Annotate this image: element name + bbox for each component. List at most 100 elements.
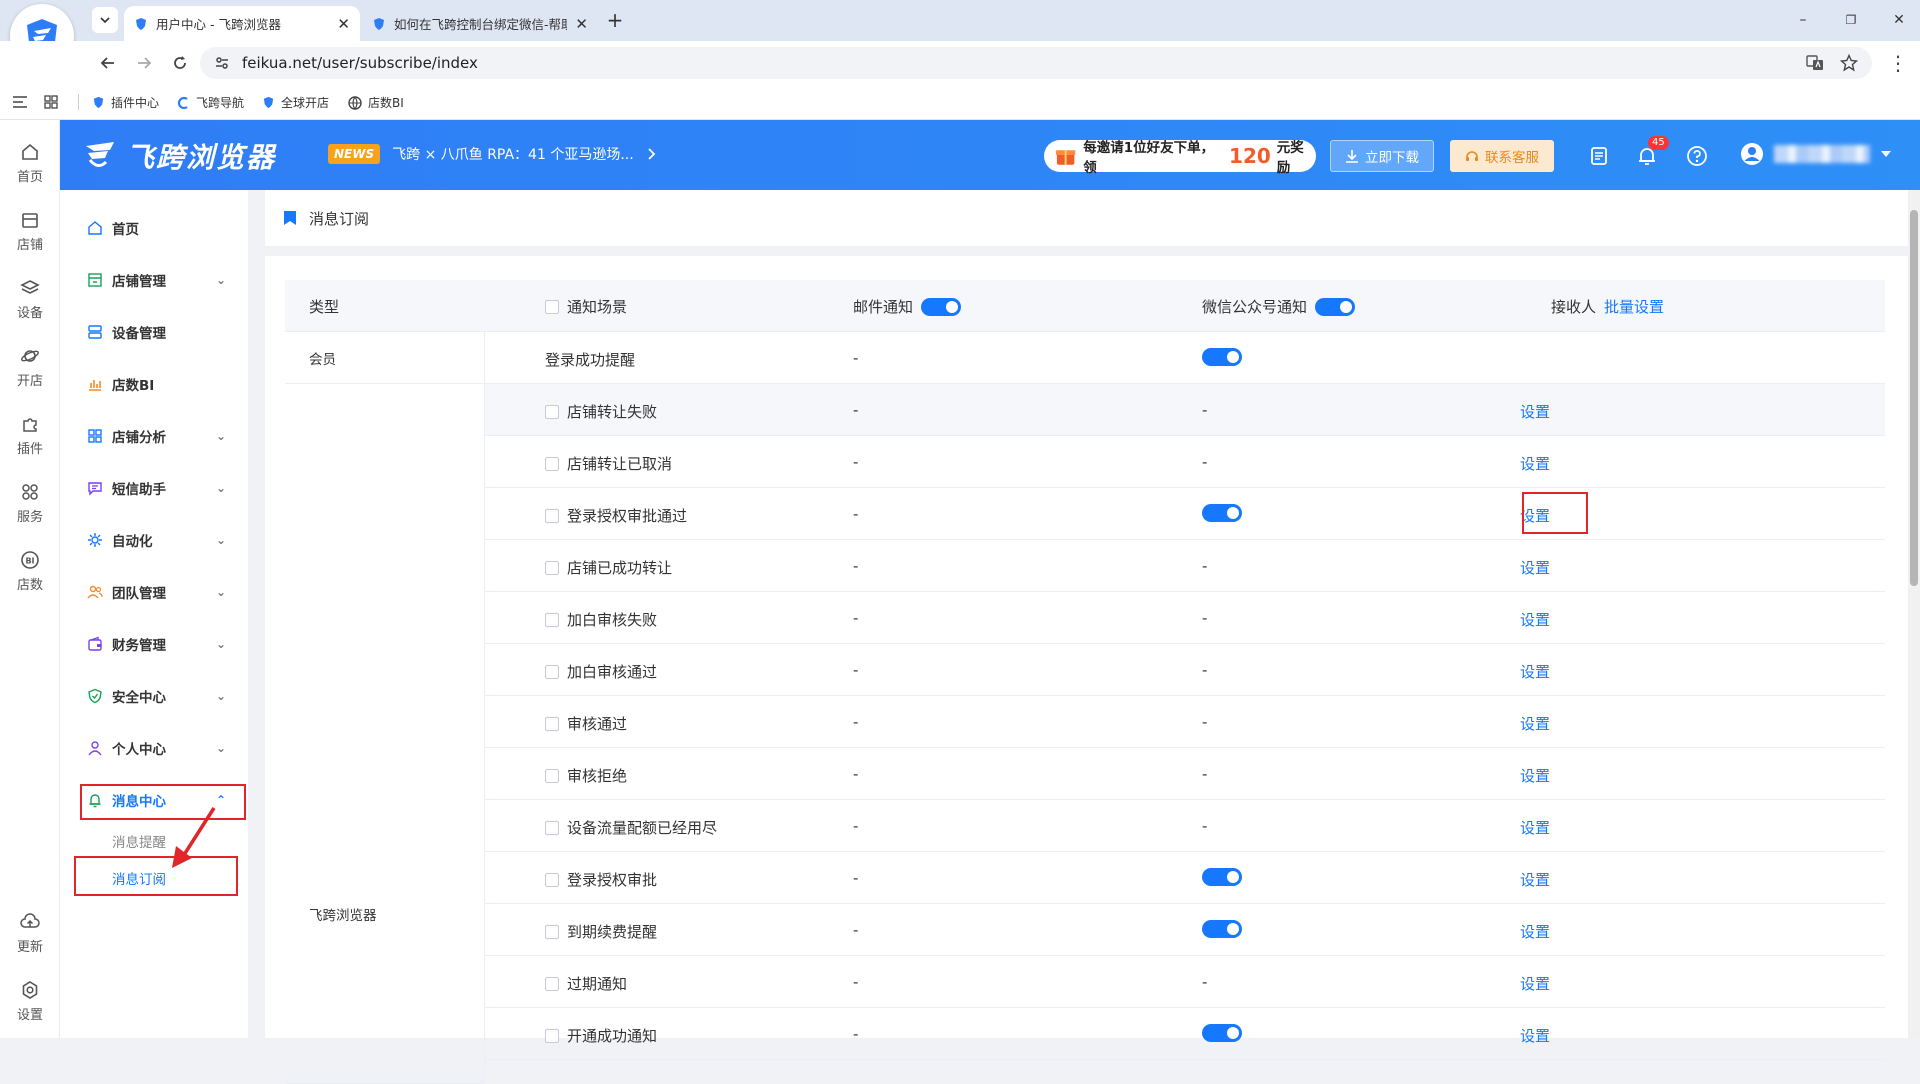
sidebar-item-personal-center[interactable]: 个人中心 ⌄ [86, 733, 226, 763]
select-all-checkbox[interactable] [545, 299, 559, 314]
sidebar-item-device-management[interactable]: 设备管理 [86, 317, 226, 347]
c-logo-icon [177, 96, 188, 109]
wechat-row-toggle[interactable] [1202, 348, 1242, 366]
row-checkbox[interactable] [545, 560, 559, 575]
help-icon[interactable] [1686, 145, 1708, 167]
receiver-setting-link[interactable]: 设置 [1520, 609, 1550, 630]
forward-button[interactable] [132, 51, 156, 75]
wechat-toggle[interactable] [1315, 297, 1356, 316]
apps-icon[interactable] [44, 95, 58, 109]
download-button[interactable]: 立即下载 [1330, 140, 1434, 172]
bookmark-global-store[interactable]: 全球开店 [262, 94, 329, 111]
sidebar-item-automation[interactable]: 自动化 ⌄ [86, 525, 226, 555]
rail-item-plugin[interactable]: 插件 [0, 414, 60, 457]
close-window-button[interactable]: ✕ [1884, 8, 1914, 32]
user-menu[interactable] [1740, 142, 1892, 166]
row-checkbox[interactable] [545, 1028, 559, 1043]
row-checkbox[interactable] [545, 664, 559, 679]
brand-logo[interactable]: 飞跨浏览器 [84, 136, 276, 176]
sidebar-item-finance-management[interactable]: 财务管理 ⌄ [86, 629, 226, 659]
sidebar-subitem-message-reminder[interactable]: 消息提醒 [112, 831, 166, 851]
sidebar-item-store-management[interactable]: 店铺管理 ⌄ [86, 265, 226, 295]
receiver-setting-link[interactable]: 设置 [1520, 713, 1550, 734]
rail-item-home[interactable]: 首页 [0, 142, 60, 185]
rail-item-store[interactable]: 店铺 [0, 210, 60, 253]
row-checkbox[interactable] [545, 508, 559, 523]
wechat-row-toggle[interactable] [1202, 868, 1242, 886]
annotation-arrow-icon [172, 807, 216, 868]
scene-cell: 加白审核失败 [545, 609, 657, 630]
email-toggle[interactable] [921, 297, 962, 316]
receiver-setting-link[interactable]: 设置 [1520, 453, 1550, 474]
wechat-row-toggle[interactable] [1202, 504, 1242, 522]
scene-cell: 加白审核通过 [545, 661, 657, 682]
bookmark-feikua-nav[interactable]: 飞跨导航 [176, 94, 244, 111]
bookmark-star-icon[interactable] [1840, 54, 1858, 72]
scrollbar-thumb[interactable] [1910, 210, 1918, 586]
tab-help[interactable]: 如何在飞跨控制台绑定微信-帮助 ✕ [362, 6, 598, 41]
rail-item-update[interactable]: 更新 [0, 912, 60, 955]
receiver-setting-link[interactable]: 设置 [1520, 401, 1550, 422]
reload-button[interactable] [168, 51, 192, 75]
rail-item-settings[interactable]: 设置 [0, 980, 60, 1023]
tab-title: 如何在飞跨控制台绑定微信-帮助 [394, 17, 568, 32]
row-checkbox[interactable] [545, 872, 559, 887]
wechat-row-toggle[interactable] [1202, 920, 1242, 938]
user-icon [86, 739, 104, 757]
contact-service-button[interactable]: 联系客服 [1450, 140, 1554, 172]
back-button[interactable] [96, 51, 120, 75]
document-icon[interactable] [1588, 145, 1610, 167]
news-text: 飞跨 × 八爪鱼 RPA：41 个亚马逊场... [392, 147, 634, 163]
email-cell: - [853, 661, 859, 679]
rail-item-bi[interactable]: BI 店数 [0, 550, 60, 593]
row-checkbox[interactable] [545, 768, 559, 783]
bookmark-bi[interactable]: 店数BI [348, 94, 404, 111]
close-tab-icon[interactable]: ✕ [337, 15, 350, 33]
receiver-setting-link[interactable]: 设置 [1520, 817, 1550, 838]
close-tab-icon[interactable]: ✕ [575, 15, 588, 33]
invite-banner[interactable]: 每邀请1位好友下单，领 120 元奖励 [1044, 140, 1316, 176]
row-checkbox[interactable] [545, 976, 559, 991]
sidebar-item-team-management[interactable]: 团队管理 ⌄ [86, 577, 226, 607]
rail-item-device[interactable]: 设备 [0, 278, 60, 321]
tab-user-center[interactable]: 用户中心 - 飞跨浏览器 ✕ [124, 6, 360, 41]
receiver-setting-link[interactable]: 设置 [1520, 921, 1550, 942]
receiver-setting-link[interactable]: 设置 [1520, 765, 1550, 786]
bookmarks-bar: 插件中心 飞跨导航 全球开店 店数BI [0, 85, 1920, 120]
rail-item-service[interactable]: 服务 [0, 482, 60, 525]
sidebar-toggle-icon[interactable] [12, 95, 28, 109]
wechat-cell: - [1202, 609, 1208, 627]
new-tab-button[interactable]: + [600, 8, 630, 32]
wechat-cell: - [1202, 817, 1208, 835]
sidebar-item-sms-assistant[interactable]: 短信助手 ⌄ [86, 473, 226, 503]
sidebar-item-home[interactable]: 首页 [86, 213, 226, 243]
row-checkbox[interactable] [545, 404, 559, 419]
row-checkbox[interactable] [545, 924, 559, 939]
url-bar[interactable]: feikua.net/user/subscribe/index [200, 47, 1872, 79]
restore-button[interactable]: ❐ [1836, 8, 1866, 32]
rail-item-open-store[interactable]: 开店 [0, 346, 60, 389]
minimize-button[interactable]: – [1788, 8, 1818, 32]
sidebar-item-security-center[interactable]: 安全中心 ⌄ [86, 681, 226, 711]
receiver-setting-link[interactable]: 设置 [1520, 869, 1550, 890]
news-ticker[interactable]: NEWS 飞跨 × 八爪鱼 RPA：41 个亚马逊场... [328, 144, 656, 164]
sidebar-item-store-analysis[interactable]: 店铺分析 ⌄ [86, 421, 226, 451]
row-checkbox[interactable] [545, 820, 559, 835]
table-row: 过期通知 - - 设置 [485, 956, 1885, 1008]
receiver-setting-link[interactable]: 设置 [1520, 973, 1550, 994]
site-info-icon[interactable] [214, 55, 230, 71]
tab-search-button[interactable] [92, 7, 118, 33]
receiver-setting-link[interactable]: 设置 [1520, 661, 1550, 682]
receiver-setting-link[interactable]: 设置 [1520, 1025, 1550, 1046]
bookmark-plugin-center[interactable]: 插件中心 [92, 94, 159, 111]
translate-icon[interactable] [1806, 54, 1824, 72]
receiver-setting-link[interactable]: 设置 [1520, 557, 1550, 578]
row-checkbox[interactable] [545, 612, 559, 627]
wechat-row-toggle[interactable] [1202, 1024, 1242, 1042]
sidebar-item-label: 设备管理 [112, 326, 166, 342]
batch-settings-link[interactable]: 批量设置 [1604, 296, 1664, 317]
sidebar-item-store-bi[interactable]: 店数BI [86, 369, 226, 399]
row-checkbox[interactable] [545, 456, 559, 471]
browser-menu-icon[interactable]: ⋮ [1886, 51, 1910, 75]
row-checkbox[interactable] [545, 716, 559, 731]
